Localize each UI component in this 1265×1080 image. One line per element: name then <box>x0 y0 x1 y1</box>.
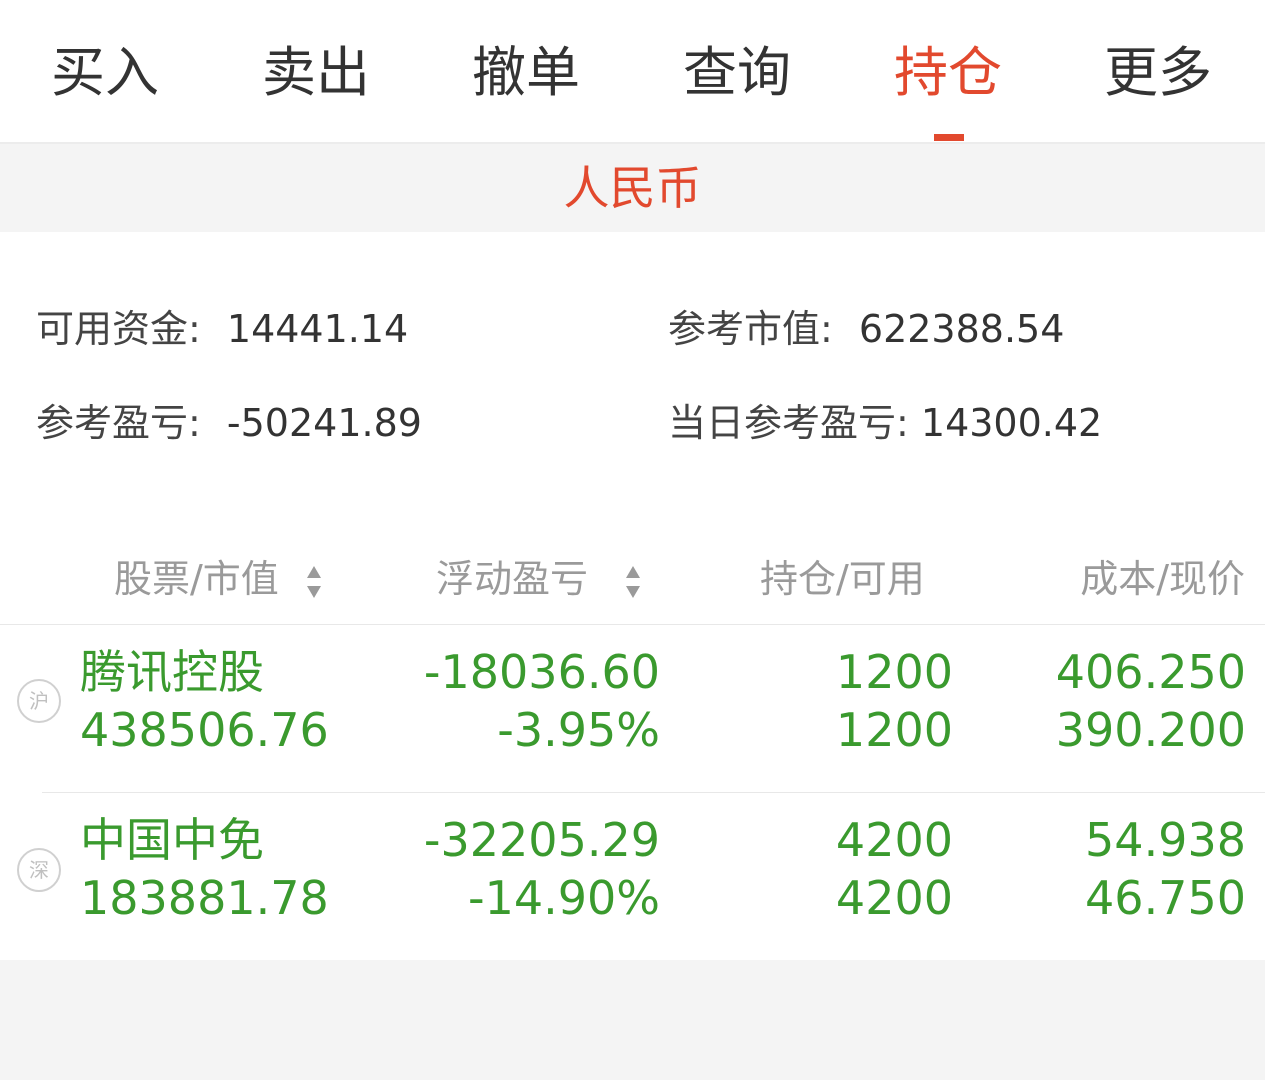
column-header-stock-market-value-label: 股票/市值 <box>114 557 279 601</box>
tab-more[interactable]: 更多 <box>1078 38 1238 108</box>
tab-positions[interactable]: 持仓 <box>868 38 1028 108</box>
sort-icon <box>306 565 321 598</box>
floating-pl-pct: -3.95% <box>497 703 660 757</box>
profit-loss-value: -50241.89 <box>226 401 422 445</box>
daily-profit-loss-value: 14300.42 <box>920 401 1103 445</box>
column-header-stock-market-value[interactable]: 股票/市值 <box>114 554 323 604</box>
tab-cancel-order[interactable]: 撤单 <box>446 38 606 108</box>
column-header-floating-pl[interactable]: 浮动盈亏 <box>436 554 642 604</box>
cost-price: 54.938 <box>1085 813 1246 867</box>
stock-market-value: 183881.78 <box>80 871 329 925</box>
top-tab-bar: 买入 卖出 撤单 查询 持仓 更多 <box>0 0 1265 144</box>
profit-loss: 参考盈亏: -50241.89 <box>36 398 422 448</box>
available-qty: 4200 <box>835 871 953 925</box>
row-divider <box>42 792 1265 793</box>
market-value: 参考市值: 622388.54 <box>668 304 1064 354</box>
stock-name: 腾讯控股 <box>80 645 264 699</box>
position-qty: 1200 <box>835 645 953 699</box>
profit-loss-label: 参考盈亏: <box>36 401 201 445</box>
market-badge-icon: 深 <box>17 848 61 892</box>
column-header-position-available: 持仓/可用 <box>760 557 925 601</box>
market-badge-icon: 沪 <box>17 679 61 723</box>
stock-name: 中国中免 <box>80 813 264 867</box>
floating-pl-pct: -14.90% <box>468 871 660 925</box>
available-funds-value: 14441.14 <box>226 307 409 351</box>
tab-buy[interactable]: 买入 <box>25 38 185 108</box>
positions-panel: 可用资金: 14441.14 参考市值: 622388.54 参考盈亏: -50… <box>0 232 1265 960</box>
currency-label: 人民币 <box>0 144 1265 232</box>
header-divider <box>0 624 1265 625</box>
available-funds-label: 可用资金: <box>36 307 201 351</box>
sort-icon <box>626 565 641 598</box>
column-header-floating-pl-label: 浮动盈亏 <box>436 557 589 601</box>
stock-market-value: 438506.76 <box>80 703 329 757</box>
floating-pl: -32205.29 <box>423 813 660 867</box>
active-tab-indicator <box>934 134 964 141</box>
tab-query[interactable]: 查询 <box>657 38 817 108</box>
daily-profit-loss-label: 当日参考盈亏: <box>668 401 909 445</box>
tab-sell[interactable]: 卖出 <box>236 38 396 108</box>
cost-price: 406.250 <box>1055 645 1246 699</box>
column-header-cost-price: 成本/现价 <box>1080 557 1245 601</box>
market-value-label: 参考市值: <box>668 307 833 351</box>
available-qty: 1200 <box>835 703 953 757</box>
market-value-value: 622388.54 <box>858 307 1065 351</box>
current-price: 46.750 <box>1085 871 1246 925</box>
current-price: 390.200 <box>1055 703 1246 757</box>
floating-pl: -18036.60 <box>423 645 660 699</box>
available-funds: 可用资金: 14441.14 <box>36 304 408 354</box>
position-qty: 4200 <box>835 813 953 867</box>
daily-profit-loss: 当日参考盈亏: 14300.42 <box>668 398 1102 448</box>
